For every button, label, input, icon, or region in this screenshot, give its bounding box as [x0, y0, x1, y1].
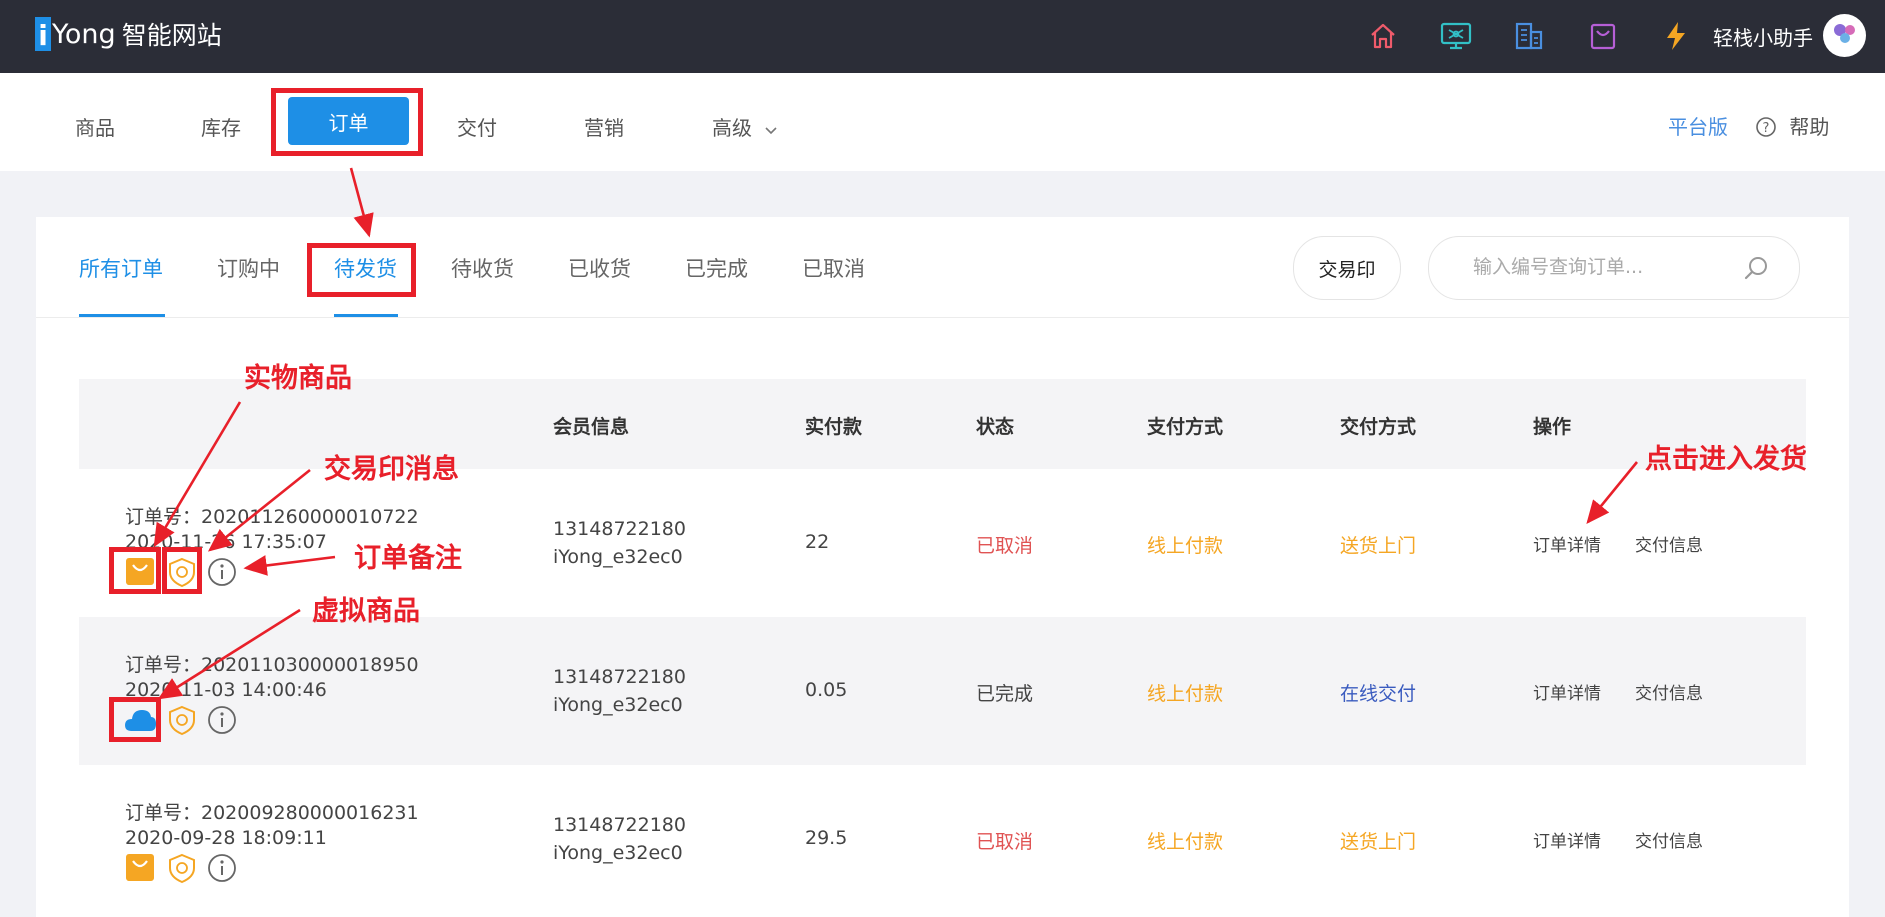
annotation-arrows — [153, 167, 1639, 700]
arrow-to-order-note — [243, 555, 336, 576]
arrow-to-physical-goods — [153, 401, 242, 548]
arrow-to-trade-seal — [207, 468, 311, 552]
arrow-to-virtual-goods — [157, 608, 301, 700]
arrow-to-pending-tab — [349, 167, 374, 238]
arrow-to-order-detail — [1586, 461, 1639, 525]
